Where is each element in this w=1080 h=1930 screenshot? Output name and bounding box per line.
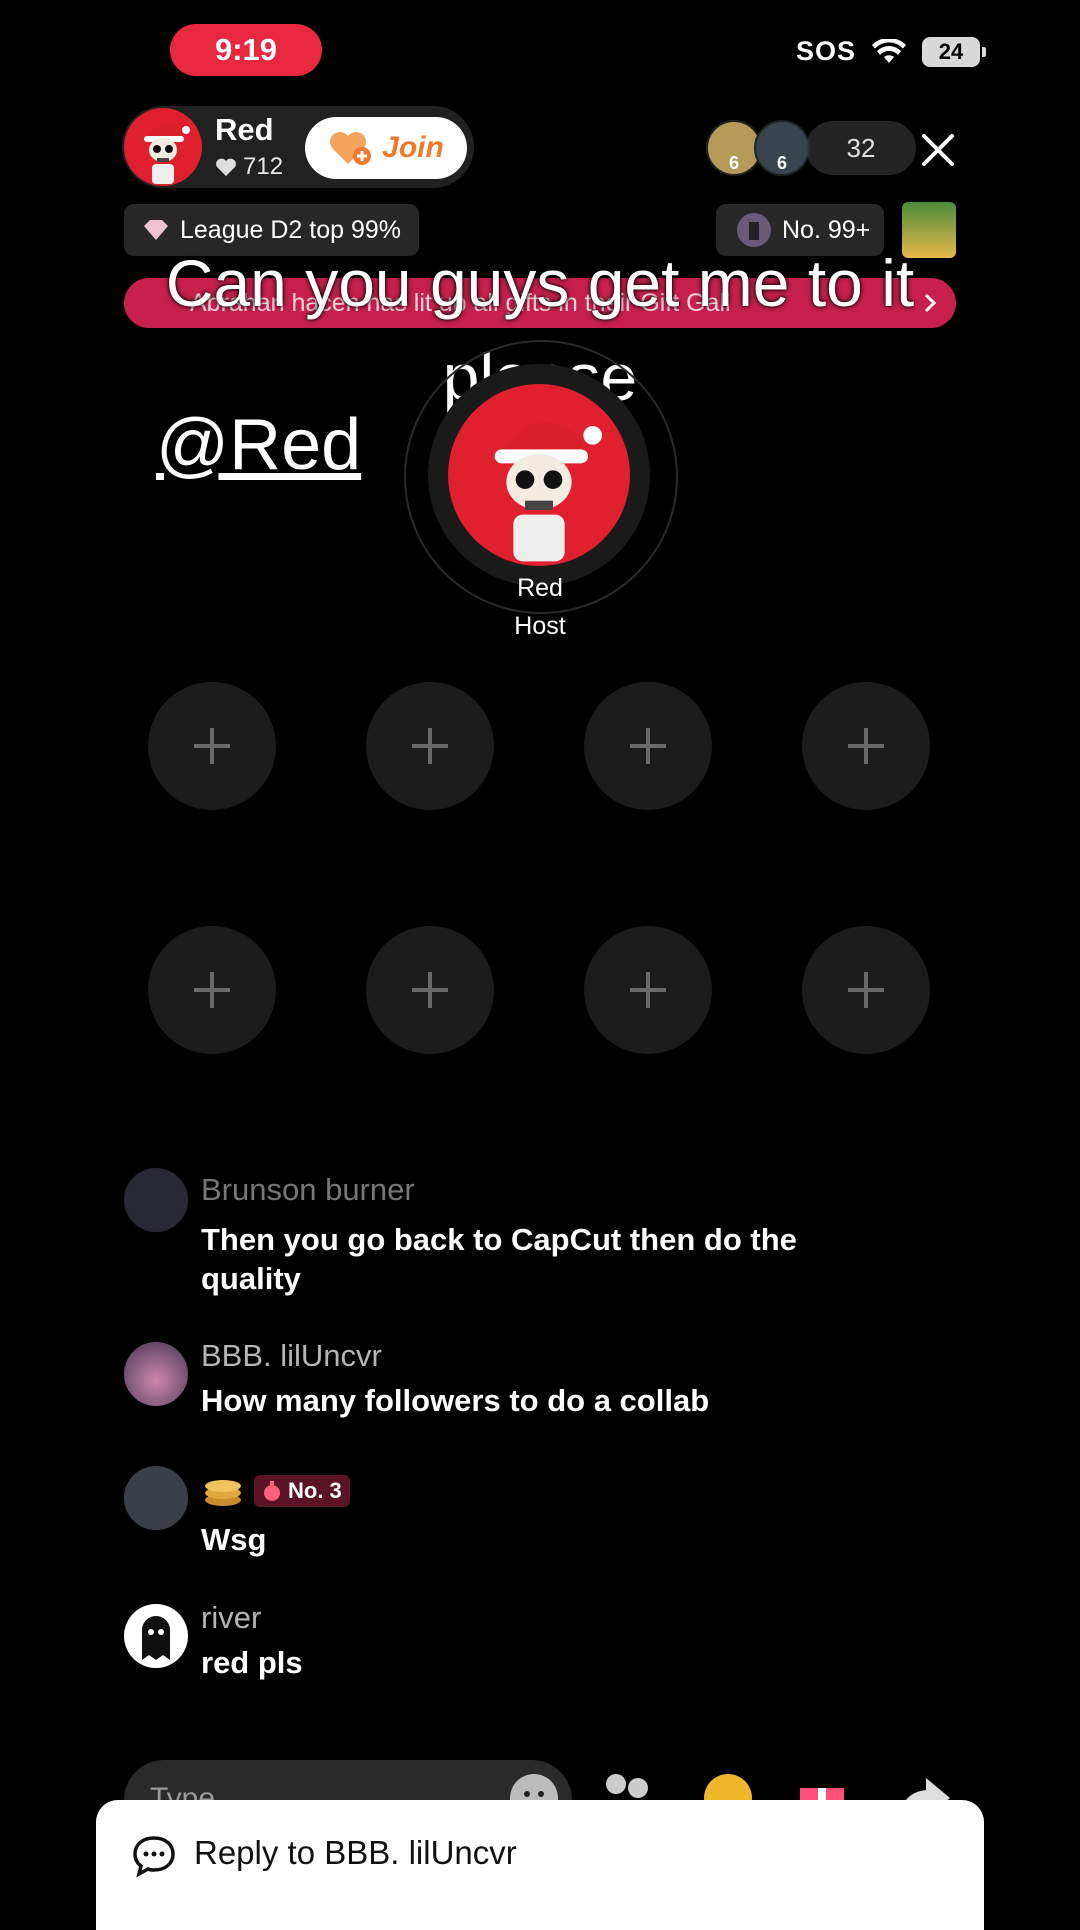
chat-message: How many followers to do a collab [201, 1383, 710, 1418]
badge-label: No. 3 [288, 1478, 342, 1503]
likes-count: 712 [243, 153, 284, 180]
plus-icon [630, 728, 666, 764]
chat-avatar[interactable] [124, 1168, 188, 1232]
guest-seat-button[interactable] [584, 926, 712, 1054]
center-host-avatar[interactable] [448, 384, 630, 566]
chat-avatar[interactable] [124, 1466, 188, 1530]
viewer-avatar[interactable]: 6 [754, 120, 810, 176]
chat-username[interactable]: Brunson burner [201, 1172, 415, 1208]
chat-username[interactable]: river [201, 1600, 261, 1636]
plus-icon [194, 972, 230, 1008]
chat-message: Then you go back to CapCut then do the q… [201, 1222, 797, 1296]
guest-seat-button[interactable] [366, 926, 494, 1054]
chat-bubble-icon [133, 1836, 175, 1878]
chat-username[interactable]: BBB. lilUncvr [201, 1338, 382, 1374]
guest-seat-button[interactable] [148, 682, 276, 810]
reply-sheet[interactable]: Reply to BBB. lilUncvr [96, 1800, 984, 1930]
join-button[interactable]: Join [305, 117, 467, 179]
skeleton-santa-icon [144, 124, 190, 184]
chat-avatar[interactable] [124, 1604, 188, 1668]
guest-seat-button[interactable] [802, 682, 930, 810]
viewer-list[interactable]: 6 6 32 [706, 120, 916, 176]
chat-badges: No. 3 [202, 1474, 350, 1508]
chat-message: red pls [201, 1645, 303, 1680]
status-icons: SOS 24 [795, 36, 986, 67]
guest-seat-button[interactable] [366, 682, 494, 810]
guest-seat-button[interactable] [148, 926, 276, 1054]
skeleton-santa-icon [494, 422, 602, 562]
plus-icon [412, 728, 448, 764]
host-likes: 712 [215, 153, 283, 181]
viewer-badge: 6 [776, 153, 787, 173]
join-label: Join [382, 131, 444, 164]
chat-message: Wsg [201, 1522, 267, 1557]
heart-icon [216, 158, 236, 176]
guest-seat-button[interactable] [584, 682, 712, 810]
plus-icon [412, 972, 448, 1008]
reply-label[interactable]: Reply to BBB. lilUncvr [194, 1834, 517, 1872]
plus-icon [630, 972, 666, 1008]
wifi-icon [872, 38, 906, 63]
host-name: Red [215, 112, 274, 147]
status-time: 9:19 [170, 24, 322, 76]
center-host-role: Host [514, 612, 566, 640]
sos-indicator: SOS [795, 36, 856, 66]
stopwatch-icon [264, 1481, 280, 1501]
close-icon[interactable] [912, 124, 964, 176]
center-host-name: Red [517, 574, 563, 602]
mention-link[interactable]: @Red [156, 404, 361, 486]
guest-seat-button[interactable] [802, 926, 930, 1054]
plus-icon [848, 972, 884, 1008]
ghost-avatar-icon [142, 1616, 170, 1660]
viewer-badge: 6 [728, 153, 739, 173]
heart-plus-icon [330, 132, 372, 165]
viewer-count[interactable]: 32 [806, 121, 916, 175]
rank-badge-no3: No. 3 [254, 1475, 350, 1507]
coin-stack-icon [205, 1480, 241, 1506]
chat-avatar[interactable] [124, 1342, 188, 1406]
plus-icon [848, 728, 884, 764]
plus-icon [194, 728, 230, 764]
host-avatar[interactable] [124, 108, 202, 186]
battery-indicator: 24 [922, 36, 986, 67]
